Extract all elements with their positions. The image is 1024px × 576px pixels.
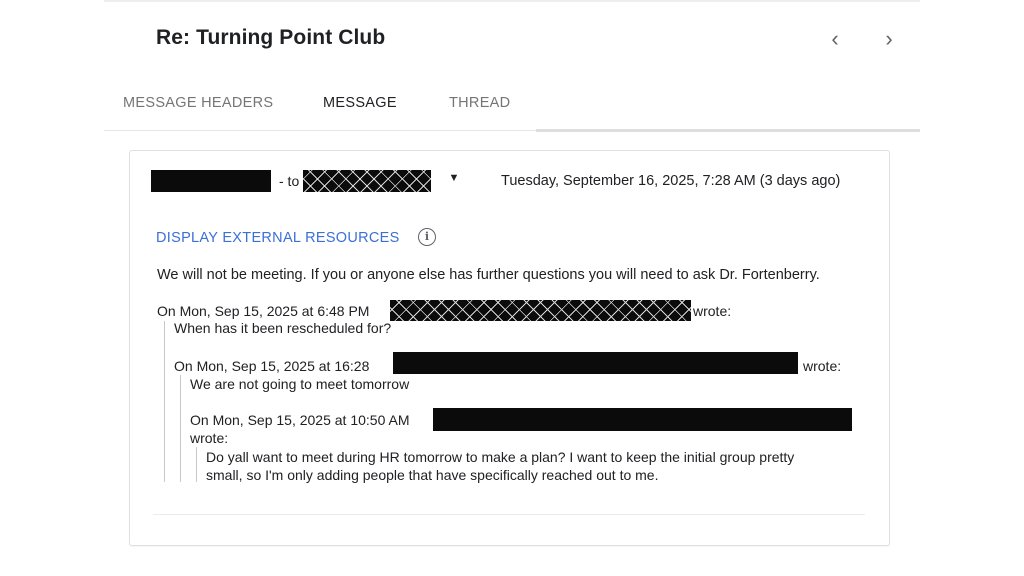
- redacted-sender: [151, 170, 271, 192]
- info-icon[interactable]: i: [418, 228, 436, 246]
- quote-body-line: Do yall want to meet during HR tomorrow …: [206, 449, 795, 465]
- message-body: We will not be meeting. If you or anyone…: [157, 267, 820, 283]
- tab-message-headers[interactable]: MESSAGE HEADERS: [123, 95, 273, 111]
- redacted-email: [390, 300, 691, 321]
- tabs-divider-accent: [536, 129, 920, 132]
- quote-body: We are not going to meet tomorrow: [190, 376, 410, 392]
- redacted-email: [393, 352, 798, 374]
- quote-bar: [164, 321, 165, 482]
- quote-bar: [180, 375, 181, 482]
- quote-body-line: small, so I'm only adding people that ha…: [206, 467, 659, 483]
- tab-thread[interactable]: THREAD: [449, 95, 510, 111]
- quote-attribution-date: On Mon, Sep 15, 2025 at 10:50 AM: [190, 412, 410, 428]
- quote-attribution-date: On Mon, Sep 15, 2025 at 6:48 PM: [157, 303, 370, 319]
- quote-wrote-label: wrote:: [693, 303, 732, 319]
- tab-message[interactable]: MESSAGE: [323, 95, 397, 111]
- quote-body: When has it been rescheduled for?: [174, 320, 392, 336]
- quote-bar: [196, 447, 197, 482]
- top-divider: [104, 0, 920, 2]
- chevron-left-icon[interactable]: ‹: [821, 24, 849, 54]
- recipients-dropdown-icon[interactable]: ▼: [447, 171, 461, 185]
- message-subject: Re: Turning Point Club: [156, 26, 386, 49]
- quote-attribution-date: On Mon, Sep 15, 2025 at 16:28: [174, 358, 370, 374]
- redacted-recipient: [303, 170, 431, 192]
- quote-wrote-label: wrote:: [190, 430, 229, 446]
- quote-attribution: On Mon, Sep 15, 2025 at 10:50 AM: [190, 412, 409, 428]
- quote-attribution: On Mon, Sep 15, 2025 at 16:28: [174, 358, 369, 374]
- quote-wrote-label: wrote:: [803, 358, 842, 374]
- chevron-right-icon[interactable]: ›: [875, 24, 903, 54]
- message-card: [129, 150, 890, 546]
- quote-attribution: On Mon, Sep 15, 2025 at 6:48 PM: [157, 303, 369, 319]
- message-date: Tuesday, September 16, 2025, 7:28 AM (3 …: [501, 173, 841, 189]
- card-footer-divider: [153, 514, 865, 515]
- to-label: - to: [279, 173, 300, 189]
- display-external-resources-link[interactable]: DISPLAY EXTERNAL RESOURCES: [156, 230, 400, 246]
- redacted-email: [433, 408, 852, 431]
